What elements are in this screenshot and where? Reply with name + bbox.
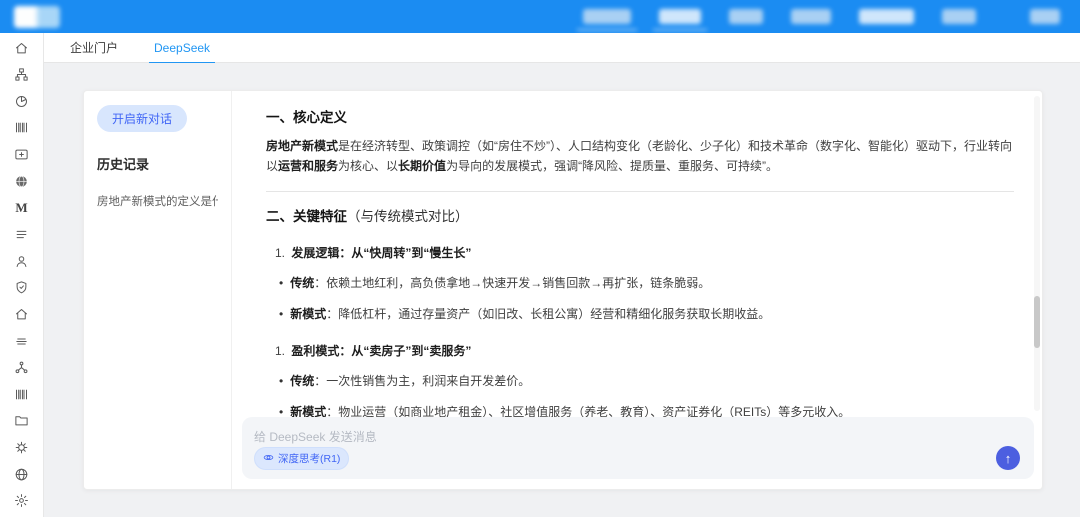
globe-dark-icon[interactable] [14, 173, 30, 189]
tab-portal[interactable]: 企业门户 [70, 33, 118, 63]
icon-sidebar: M [0, 33, 44, 517]
top-nav-item-blurred[interactable] [1030, 9, 1060, 24]
history-list: 房地产新模式的定义是什么 [97, 193, 218, 209]
divider [266, 191, 1014, 192]
numbered-item: 1. 发展逻辑：从“快周转”到“慢生长” [275, 244, 1014, 261]
new-chat-button[interactable]: 开启新对话 [97, 105, 187, 132]
top-nav-item-blurred[interactable] [942, 9, 976, 24]
message-composer: 给 DeepSeek 发送消息 深度思考(R1) ↑ [242, 417, 1034, 479]
bullet-item: •新模式：降低杠杆，通过存量资产（如旧改、长租公寓）经营和精细化服务获取长期收益… [279, 305, 1014, 323]
scrollbar-thumb[interactable] [1034, 296, 1040, 348]
history-title: 历史记录 [97, 154, 218, 173]
section-heading: 一、核心定义 [266, 106, 1014, 126]
arrow-up-icon: ↑ [1005, 451, 1012, 466]
chat-area: 一、核心定义房地产新模式是在经济转型、政策调控（如“房住不炒”）、人口结构变化（… [232, 91, 1042, 489]
deep-think-icon [263, 452, 274, 466]
home-icon[interactable] [14, 40, 30, 56]
top-app-bar [0, 0, 1080, 33]
bullet-item: •传统：一次性销售为主，利润来自开发差价。 [279, 372, 1014, 390]
chat-history-panel: 开启新对话 历史记录 房地产新模式的定义是什么 [84, 91, 232, 489]
top-nav-item-blurred[interactable] [583, 9, 631, 24]
home-alt-icon[interactable] [14, 306, 30, 322]
globe-icon[interactable] [14, 466, 30, 482]
numbered-item: 1. 盈利模式：从“卖房子”到“卖服务” [275, 342, 1014, 359]
shield-check-icon[interactable] [14, 280, 30, 296]
user-icon[interactable] [14, 253, 30, 269]
section-heading: 二、关键特征（与传统模式对比） [266, 205, 1014, 225]
send-button[interactable]: ↑ [996, 446, 1020, 470]
folder-icon[interactable] [14, 413, 30, 429]
scrollbar-track [1034, 96, 1040, 411]
bullet-item: •传统：依赖土地红利，高负债拿地→快速开发→销售回款→再扩张，链条脆弱。 [279, 274, 1014, 292]
tab-deepseek[interactable]: DeepSeek [154, 33, 210, 63]
bullet-item: •新模式：物业运营（如商业地产租金）、社区增值服务（养老、教育）、资产证券化（R… [279, 403, 1014, 417]
top-nav-item-blurred[interactable] [859, 9, 914, 24]
content-background: 开启新对话 历史记录 房地产新模式的定义是什么 一、核心定义房地产新模式是在经济… [44, 63, 1080, 517]
barcode-icon[interactable] [14, 120, 30, 136]
sitemap-icon[interactable] [14, 67, 30, 83]
assistant-message: 一、核心定义房地产新模式是在经济转型、政策调控（如“房住不炒”）、人口结构变化（… [232, 91, 1042, 417]
tab-bar: 企业门户 DeepSeek [44, 33, 1080, 63]
history-item[interactable]: 房地产新模式的定义是什么 [97, 193, 218, 209]
layers-icon[interactable] [14, 333, 30, 349]
deep-think-label: 深度思考(R1) [278, 451, 340, 466]
message-input[interactable]: 给 DeepSeek 发送消息 [254, 428, 1022, 445]
deep-think-toggle[interactable]: 深度思考(R1) [254, 447, 349, 470]
top-nav-item-blurred[interactable] [659, 9, 701, 24]
badge-icon[interactable] [14, 440, 30, 456]
paragraph: 房地产新模式是在经济转型、政策调控（如“房住不炒”）、人口结构变化（老龄化、少子… [266, 136, 1014, 176]
top-nav [583, 9, 1060, 24]
app-logo [14, 6, 60, 28]
top-nav-item-blurred[interactable] [729, 9, 763, 24]
barcode-alt-icon[interactable] [14, 386, 30, 402]
pie-chart-icon[interactable] [14, 93, 30, 109]
letter-m-icon[interactable]: M [14, 200, 30, 216]
deepseek-chat-card: 开启新对话 历史记录 房地产新模式的定义是什么 一、核心定义房地产新模式是在经济… [83, 90, 1043, 490]
top-nav-item-blurred[interactable] [791, 9, 831, 24]
video-plus-icon[interactable] [14, 147, 30, 163]
gear-icon[interactable] [14, 493, 30, 509]
list-icon[interactable] [14, 226, 30, 242]
network-icon[interactable] [14, 360, 30, 376]
